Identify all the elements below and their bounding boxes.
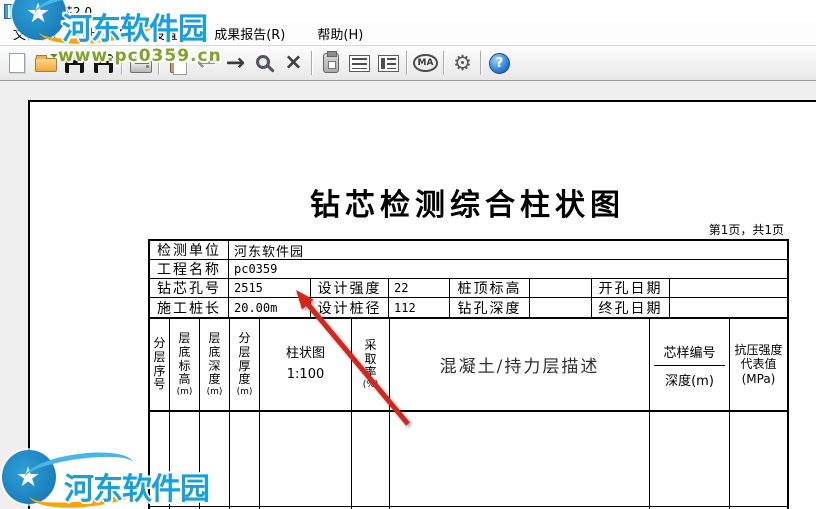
clipboard-icon [170,51,187,75]
label-inspection-unit: 检测单位 [150,241,229,259]
page-indicator: 第1页，共1页 [708,223,784,237]
document-area: 钻芯检测综合柱状图 第1页，共1页 检测单位 河东软件园 工程名称 pc0359… [0,81,816,509]
open-button[interactable] [31,48,60,78]
forward-button[interactable]: → [221,48,250,78]
help-button[interactable]: ? [485,48,514,78]
label-pile-top-elevation: 桩顶标高 [450,279,530,297]
back-arrow-icon: ← [196,49,217,76]
label-core-hole-no: 钻芯孔号 [150,279,229,297]
open-folder-icon [34,54,58,72]
menu-bar: 文件(F) 柱状图(D) 设置(S) 成果报告(R) 帮助(H) [0,22,816,45]
menu-file[interactable]: 文件(F) [4,22,66,45]
value-design-strength: 22 [389,279,450,297]
app-window: 基桩钻芯2.0 文件(F) 柱状图(D) 设置(S) 成果报告(R) 帮助(H)… [0,0,816,509]
col-bottom-elevation: 层底标高 (m) [170,319,200,410]
table-row: 钻芯孔号 2515 设计强度 22 桩顶标高 开孔日期 [150,279,787,298]
forward-arrow-icon: → [225,49,246,76]
value-hole-open-date [670,279,787,297]
new-document-icon [8,53,25,73]
ma-badge-icon: MA [412,54,439,72]
report-cover-icon [322,51,339,73]
save-as-button[interactable] [89,48,118,78]
value-pile-length: 20.00m [229,298,311,317]
label-drill-depth: 钻孔深度 [450,298,530,317]
label-hole-open-date: 开孔日期 [592,279,670,297]
report-list-icon [349,54,370,72]
paste-button[interactable] [163,48,192,78]
label-hole-end-date: 终孔日期 [592,298,670,317]
report-list-button[interactable] [345,48,374,78]
label-design-diameter: 设计桩径 [311,298,389,317]
label-pile-length: 施工桩长 [150,298,229,317]
value-drill-depth [530,298,592,317]
col-layer-no: 分层序号 [150,319,170,410]
report-columns-icon [378,54,399,72]
value-project-name: pc0359 [234,262,278,276]
table-empty-row [150,412,787,507]
col-columnar-diagram: 柱状图 1:100 [260,319,352,410]
value-design-diameter: 112 [389,298,450,317]
new-document-button[interactable] [2,48,31,78]
close-icon: × [284,50,303,75]
ma-certificate-button[interactable]: MA [411,48,440,78]
col-recovery-rate: 采取率 (%) [352,319,390,410]
menu-report[interactable]: 成果报告(R) [205,22,294,45]
magnifier-icon [255,54,270,69]
toolbar-separator [406,51,408,75]
window-title: 基桩钻芯2.0 [25,4,93,19]
back-button[interactable]: ← [192,48,221,78]
label-project-name: 工程名称 [150,260,229,278]
report-cover-button[interactable] [316,48,345,78]
col-concrete-description: 混凝土/持力层描述 [390,319,650,410]
toolbar-separator [311,51,313,75]
value-inspection-unit: 河东软件园 [234,244,305,260]
table-row: 施工桩长 20.00m 设计桩径 112 钻孔深度 终孔日期 [150,298,787,317]
toolbar-separator [121,51,123,75]
title-bar: 基桩钻芯2.0 [0,0,816,22]
value-hole-end-date [670,298,787,317]
menu-settings[interactable]: 设置(S) [143,22,205,45]
col-layer-thickness: 分层厚度 (m) [230,319,260,410]
print-button[interactable] [126,48,155,78]
page-title: 钻芯检测综合柱状图 [310,188,625,223]
drill-core-table: 检测单位 河东软件园 工程名称 pc0359 钻芯孔号 2515 设计强度 22… [148,239,789,509]
label-design-strength: 设计强度 [311,279,389,297]
table-header-row: 分层序号 层底标高 (m) 层底深度 (m) 分层厚度 (m) 柱状图 1:10… [150,317,787,412]
toolbar: ← → × MA ⚙ ? [0,45,816,81]
settings-button[interactable]: ⚙ [448,48,477,78]
col-core-sample-no-depth: 芯样编号 深度(m) [650,319,730,410]
save-icon [65,53,84,73]
zoom-button[interactable] [250,48,279,78]
document-page: 钻芯检测综合柱状图 第1页，共1页 检测单位 河东软件园 工程名称 pc0359… [28,100,816,509]
app-icon [4,3,19,19]
gear-icon: ⚙ [453,50,472,75]
table-row: 检测单位 河东软件园 [150,241,787,260]
help-icon: ? [489,52,510,74]
menu-help[interactable]: 帮助(H) [308,22,372,45]
value-core-hole-no: 2515 [229,279,311,297]
menu-columnar-chart[interactable]: 柱状图(D) [66,22,143,45]
col-bottom-depth: 层底深度 (m) [200,319,230,410]
value-pile-top-elevation [530,279,592,297]
printer-icon [129,55,152,73]
save-button[interactable] [60,48,89,78]
close-button[interactable]: × [279,48,308,78]
toolbar-separator [480,51,482,75]
toolbar-separator [443,51,445,75]
save-as-icon [94,53,113,73]
report-columns-button[interactable] [374,48,403,78]
table-row: 工程名称 pc0359 [150,260,787,279]
col-compressive-strength: 抗压强度 代表值 (MPa) [734,342,783,386]
toolbar-separator [158,51,160,75]
